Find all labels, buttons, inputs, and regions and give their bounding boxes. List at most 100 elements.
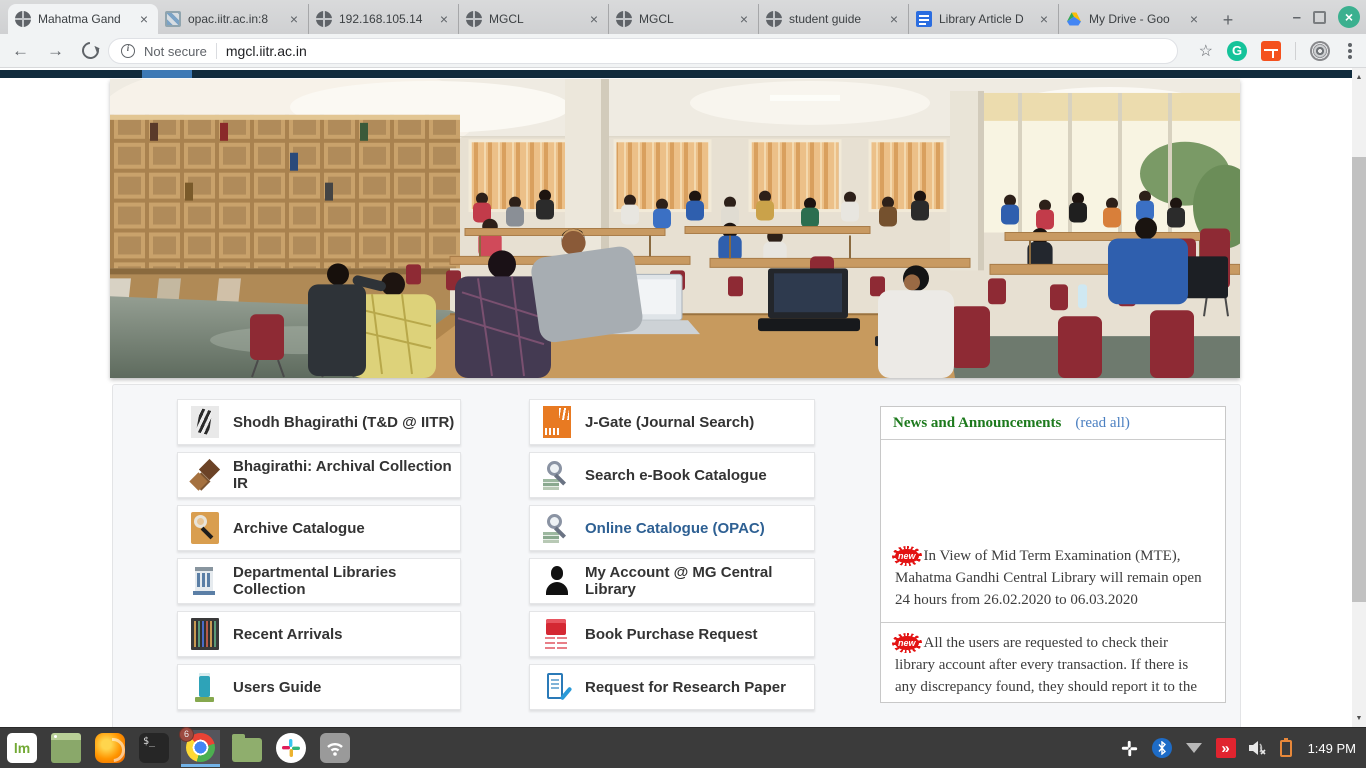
tab-student-guide[interactable]: student guide × xyxy=(758,4,908,34)
grammarly-extension-icon[interactable]: G xyxy=(1227,41,1247,61)
file-manager-icon[interactable] xyxy=(232,738,262,762)
new-badge-icon: new xyxy=(895,636,919,650)
desktop-screen: Mahatma Gand × opac.iitr.ac.in:8 × 192.1… xyxy=(0,0,1366,768)
scrollbar-thumb[interactable] xyxy=(1352,157,1366,602)
slack-icon[interactable] xyxy=(276,733,306,763)
window-close-button[interactable]: × xyxy=(1338,6,1360,28)
system-tray: » 1:49 PM xyxy=(1120,738,1366,758)
link-recent-arrivals[interactable]: Recent Arrivals xyxy=(177,611,461,657)
volume-muted-icon[interactable] xyxy=(1248,738,1268,758)
tab-title: Library Article D xyxy=(939,12,1030,26)
black-laptop xyxy=(758,268,860,331)
scroll-down-arrow[interactable]: ▼ xyxy=(1352,711,1366,725)
archive-search-icon xyxy=(191,512,219,544)
doc-favicon xyxy=(916,11,932,27)
link-departmental-libraries[interactable]: Departmental Libraries Collection xyxy=(177,558,461,604)
news-header: News and Announcements (read all) xyxy=(881,407,1225,440)
drive-favicon xyxy=(1066,11,1082,27)
link-shodh-bhagirathi[interactable]: Shodh Bhagirathi (T&D @ IITR) xyxy=(177,399,461,445)
link-opac[interactable]: Online Catalogue (OPAC) xyxy=(529,505,815,551)
tab-mgcl-3[interactable]: MGCL × xyxy=(608,4,758,34)
link-research-paper-request[interactable]: Request for Research Paper xyxy=(529,664,815,710)
tab-close-icon[interactable]: × xyxy=(437,11,451,27)
news-spacer xyxy=(881,440,1225,536)
tab-close-icon[interactable]: × xyxy=(1187,11,1201,27)
tab-close-icon[interactable]: × xyxy=(287,11,301,27)
site-info-icon[interactable] xyxy=(121,44,135,58)
tab-title: student guide xyxy=(789,12,880,26)
bluetooth-icon[interactable] xyxy=(1152,738,1172,758)
library-photo xyxy=(110,79,1240,378)
tab-mgcl-home[interactable]: Mahatma Gand × xyxy=(8,4,158,34)
mint-menu-button[interactable]: lm xyxy=(7,733,37,763)
anydesk-icon[interactable]: » xyxy=(1216,738,1236,758)
window-controls: – × xyxy=(1293,0,1360,34)
show-desktop-button[interactable] xyxy=(51,733,81,763)
battery-icon[interactable] xyxy=(1280,740,1292,757)
tab-title: MGCL xyxy=(489,12,580,26)
link-book-purchase[interactable]: Book Purchase Request xyxy=(529,611,815,657)
chrome-taskbar-slot[interactable]: 6 xyxy=(181,730,220,767)
reload-button[interactable] xyxy=(79,39,103,63)
tab-close-icon[interactable]: × xyxy=(1037,11,1051,27)
link-ebook-catalogue[interactable]: Search e-Book Catalogue xyxy=(529,452,815,498)
tab-opac[interactable]: opac.iitr.ac.in:8 × xyxy=(158,4,308,34)
tab-close-icon[interactable]: × xyxy=(737,11,751,27)
link-users-guide[interactable]: Users Guide xyxy=(177,664,461,710)
browser-toolbar: ← → Not secure mgcl.iitr.ac.in ☆ G xyxy=(0,34,1366,68)
browser-tabstrip: Mahatma Gand × opac.iitr.ac.in:8 × 192.1… xyxy=(0,0,1366,34)
firefox-icon[interactable] xyxy=(95,733,125,763)
tab-mgcl-2[interactable]: MGCL × xyxy=(458,4,608,34)
network-signal-icon[interactable] xyxy=(1184,738,1204,758)
taskbar-clock[interactable]: 1:49 PM xyxy=(1308,741,1356,756)
taskbar-launchers: lm $_ 6 xyxy=(0,730,350,767)
person-icon xyxy=(543,565,571,597)
url-text[interactable]: mgcl.iitr.ac.in xyxy=(226,43,307,59)
link-jgate[interactable]: J-Gate (Journal Search) xyxy=(529,399,815,445)
lens-extension-icon[interactable] xyxy=(1310,41,1330,61)
bookmark-star-icon[interactable]: ☆ xyxy=(1199,41,1213,61)
link-bhagirathi-archival[interactable]: Bhagirathi: Archival Collection IR xyxy=(177,452,461,498)
back-button[interactable]: ← xyxy=(12,41,29,61)
webpage-viewport: Shodh Bhagirathi (T&D @ IITR) Bhagirathi… xyxy=(0,68,1352,727)
tab-close-icon[interactable]: × xyxy=(887,11,901,27)
link-my-account[interactable]: My Account @ MG Central Library xyxy=(529,558,815,604)
layout-extension-icon[interactable] xyxy=(1261,41,1281,61)
tab-title: MGCL xyxy=(639,12,730,26)
image-favicon xyxy=(165,11,181,27)
address-bar[interactable]: Not secure mgcl.iitr.ac.in xyxy=(108,38,1178,64)
quick-links-left-column: Shodh Bhagirathi (T&D @ IITR) Bhagirathi… xyxy=(177,399,461,717)
quick-links-section: Shodh Bhagirathi (T&D @ IITR) Bhagirathi… xyxy=(112,384,1241,727)
active-nav-highlight xyxy=(142,70,192,78)
network-tool-icon[interactable] xyxy=(320,733,350,763)
tab-ip-address[interactable]: 192.168.105.14 × xyxy=(308,4,458,34)
window-minimize-button[interactable]: – xyxy=(1293,9,1301,26)
read-all-link[interactable]: (read all) xyxy=(1075,415,1130,432)
link-archive-catalogue[interactable]: Archive Catalogue xyxy=(177,505,461,551)
chrome-menu-icon[interactable] xyxy=(1348,49,1352,53)
jgate-logo-icon xyxy=(543,406,571,438)
window-restore-button[interactable] xyxy=(1313,11,1326,24)
globe-favicon xyxy=(616,11,632,27)
news-item: newIn View of Mid Term Examination (MTE)… xyxy=(881,536,1225,622)
forward-button[interactable]: → xyxy=(47,41,64,61)
site-navbar-edge xyxy=(0,70,1352,78)
slack-tray-icon[interactable] xyxy=(1120,738,1140,758)
tab-close-icon[interactable]: × xyxy=(587,11,601,27)
tab-close-icon[interactable]: × xyxy=(137,11,151,27)
book-search-icon xyxy=(543,459,571,491)
page-scrollbar[interactable]: ▲ ▼ xyxy=(1352,68,1366,727)
globe-favicon xyxy=(316,11,332,27)
new-tab-button[interactable]: + xyxy=(1214,6,1242,34)
tab-title: Mahatma Gand xyxy=(38,12,130,26)
omnibox-divider xyxy=(216,43,217,59)
tab-library-article[interactable]: Library Article D × xyxy=(908,4,1058,34)
clipboard-pencil-icon xyxy=(543,671,571,703)
security-label[interactable]: Not secure xyxy=(144,44,207,59)
red-book-form-icon xyxy=(543,618,571,650)
tab-my-drive[interactable]: My Drive - Goo × xyxy=(1058,4,1208,34)
guide-kiosk-icon xyxy=(191,671,219,703)
terminal-icon[interactable]: $_ xyxy=(139,733,169,763)
scroll-up-arrow[interactable]: ▲ xyxy=(1352,70,1366,84)
tab-title: 192.168.105.14 xyxy=(339,12,430,26)
